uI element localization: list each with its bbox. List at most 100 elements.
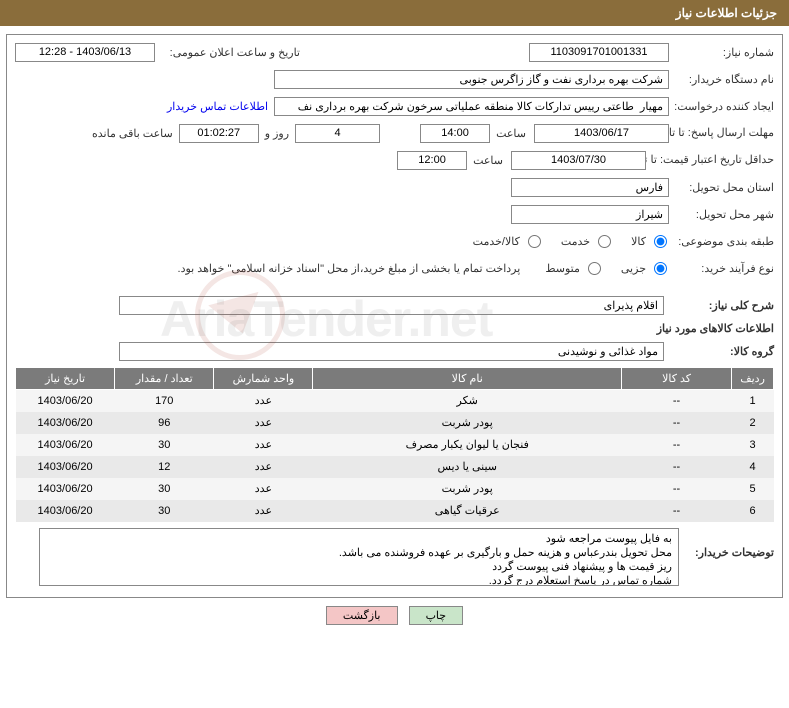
label-hour-1: ساعت: [496, 127, 526, 140]
table-cell-n: 3: [732, 434, 774, 456]
table-cell-unit: عدد: [214, 456, 313, 478]
label-hours-remaining: ساعت باقی مانده: [92, 127, 173, 140]
th-code: کد کالا: [621, 368, 731, 390]
table-cell-date: 1403/06/20: [16, 456, 115, 478]
table-cell-unit: عدد: [214, 390, 313, 412]
field-province[interactable]: [511, 178, 669, 197]
label-province: استان محل تحویل:: [669, 181, 774, 194]
treasury-note: پرداخت تمام یا بخشی از مبلغ خرید،از محل …: [178, 262, 521, 275]
field-buyer-org[interactable]: [274, 70, 669, 89]
table-row: 2--پودر شربتعدد961403/06/20: [16, 412, 774, 434]
label-city: شهر محل تحویل:: [669, 208, 774, 221]
table-row: 5--پودر شربتعدد301403/06/20: [16, 478, 774, 500]
field-summary[interactable]: [119, 296, 664, 315]
table-cell-name: شکر: [313, 390, 621, 412]
th-date: تاریخ نیاز: [16, 368, 115, 390]
field-requester[interactable]: [274, 97, 669, 116]
buyer-note-line: محل تحویل بندرعباس و هزینه حمل و بارگیری…: [46, 546, 672, 560]
label-need-no: شماره نیاز:: [669, 46, 774, 59]
table-cell-date: 1403/06/20: [16, 412, 115, 434]
th-unit: واحد شمارش: [214, 368, 313, 390]
label-buyer-org: نام دستگاه خریدار:: [669, 73, 774, 86]
form-container: شماره نیاز: تاریخ و ساعت اعلان عمومی: نا…: [6, 34, 783, 598]
table-cell-n: 4: [732, 456, 774, 478]
goods-table: ردیف کد کالا نام کالا واحد شمارش تعداد /…: [15, 367, 774, 522]
field-need-no[interactable]: [529, 43, 669, 62]
label-announce-dt: تاریخ و ساعت اعلان عمومی:: [155, 46, 300, 59]
field-reply-hour[interactable]: [420, 124, 490, 143]
table-row: 4--سینی یا دیسعدد121403/06/20: [16, 456, 774, 478]
page-header: جزئیات اطلاعات نیاز: [0, 0, 789, 26]
table-cell-date: 1403/06/20: [16, 478, 115, 500]
radio-goods-service-label: کالا/خدمت: [473, 235, 520, 248]
field-remaining-days[interactable]: [295, 124, 380, 143]
table-cell-qty: 96: [115, 412, 214, 434]
field-announce-dt[interactable]: [15, 43, 155, 62]
table-cell-name: پودر شربت: [313, 412, 621, 434]
th-name: نام کالا: [313, 368, 621, 390]
label-hour-2: ساعت: [473, 154, 503, 167]
field-reply-date[interactable]: [534, 124, 669, 143]
section-goods-info: اطلاعات کالاهای مورد نیاز: [15, 322, 774, 335]
table-cell-n: 5: [732, 478, 774, 500]
th-row: ردیف: [732, 368, 774, 390]
table-cell-unit: عدد: [214, 500, 313, 522]
table-cell-unit: عدد: [214, 478, 313, 500]
link-buyer-contact[interactable]: اطلاعات تماس خریدار: [167, 100, 268, 113]
table-cell-date: 1403/06/20: [16, 500, 115, 522]
field-quote-hour[interactable]: [397, 151, 467, 170]
back-button[interactable]: بازگشت: [326, 606, 398, 625]
table-cell-name: سینی یا دیس: [313, 456, 621, 478]
label-summary: شرح کلی نیاز:: [664, 299, 774, 312]
label-classification: طبقه بندی موضوعی:: [669, 235, 774, 248]
table-cell-code: --: [621, 390, 731, 412]
radio-goods-service[interactable]: [528, 235, 541, 248]
header-title: جزئیات اطلاعات نیاز: [676, 6, 777, 20]
field-goods-group[interactable]: [119, 342, 664, 361]
label-buyer-notes: توضیحات خریدار:: [679, 528, 774, 559]
radio-minor[interactable]: [654, 262, 667, 275]
table-row: 1--شکرعدد1701403/06/20: [16, 390, 774, 412]
radio-medium[interactable]: [588, 262, 601, 275]
table-cell-n: 6: [732, 500, 774, 522]
label-reply-deadline: مهلت ارسال پاسخ: تا تاریخ:: [669, 128, 774, 139]
label-requester: ایجاد کننده درخواست:: [669, 100, 774, 113]
buyer-note-line: به فایل پیوست مراجعه شود: [46, 532, 672, 546]
table-cell-qty: 170: [115, 390, 214, 412]
table-cell-name: عرقیات گیاهی: [313, 500, 621, 522]
table-cell-n: 2: [732, 412, 774, 434]
table-row: 6--عرقیات گیاهیعدد301403/06/20: [16, 500, 774, 522]
radio-goods-label: کالا: [631, 235, 646, 248]
label-purchase-type: نوع فرآیند خرید:: [669, 262, 774, 275]
field-quote-date[interactable]: [511, 151, 646, 170]
table-cell-unit: عدد: [214, 412, 313, 434]
radio-service-label: خدمت: [561, 235, 590, 248]
table-cell-qty: 30: [115, 434, 214, 456]
radio-goods[interactable]: [654, 235, 667, 248]
label-quote-valid: حداقل تاریخ اعتبار قیمت: تا تاریخ:: [646, 155, 774, 166]
table-cell-code: --: [621, 478, 731, 500]
table-cell-qty: 30: [115, 478, 214, 500]
label-days-and: روز و: [265, 127, 289, 140]
table-cell-code: --: [621, 434, 731, 456]
buyer-notes-box[interactable]: به فایل پیوست مراجعه شودمحل تحویل بندرعب…: [39, 528, 679, 586]
table-cell-code: --: [621, 500, 731, 522]
radio-minor-label: جزیی: [621, 262, 646, 275]
table-cell-unit: عدد: [214, 434, 313, 456]
buyer-note-line: شماره تماس در پاسخ استعلام درج گردد.: [46, 574, 672, 586]
radio-service[interactable]: [598, 235, 611, 248]
field-remaining-time[interactable]: [179, 124, 259, 143]
table-cell-qty: 30: [115, 500, 214, 522]
radio-medium-label: متوسط: [545, 262, 580, 275]
table-cell-qty: 12: [115, 456, 214, 478]
th-qty: تعداد / مقدار: [115, 368, 214, 390]
field-city[interactable]: [511, 205, 669, 224]
buyer-note-line: ریز قیمت ها و پیشنهاد فنی پیوست گردد: [46, 560, 672, 574]
print-button[interactable]: چاپ: [409, 606, 464, 625]
table-cell-n: 1: [732, 390, 774, 412]
table-cell-code: --: [621, 456, 731, 478]
table-cell-name: فنجان یا لیوان یکبار مصرف: [313, 434, 621, 456]
table-cell-code: --: [621, 412, 731, 434]
table-cell-date: 1403/06/20: [16, 434, 115, 456]
table-cell-date: 1403/06/20: [16, 390, 115, 412]
